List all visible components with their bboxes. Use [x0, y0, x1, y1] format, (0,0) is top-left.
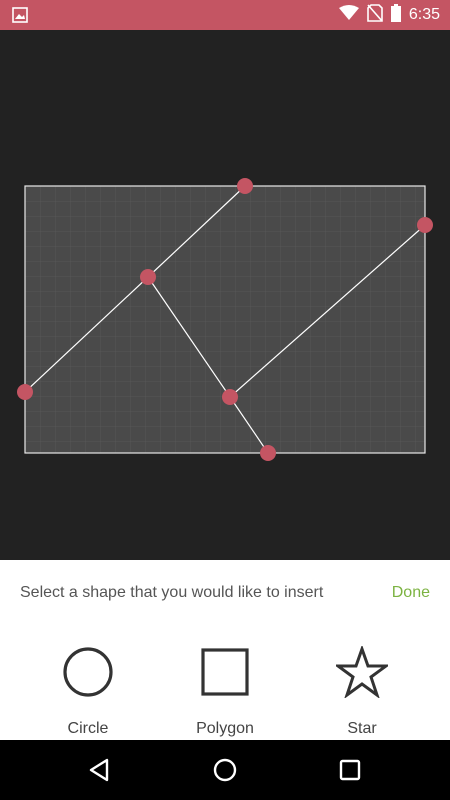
control-handle[interactable] [260, 445, 276, 461]
status-time: 6:35 [408, 6, 440, 23]
star-label: Star [347, 720, 377, 737]
circle-icon [28, 646, 148, 698]
control-handle[interactable] [237, 178, 253, 194]
polygon-label: Polygon [196, 720, 254, 737]
star-option[interactable]: Star [302, 646, 422, 737]
control-handle[interactable] [140, 269, 156, 285]
status-bar: 6:35 [0, 0, 450, 30]
star-icon [302, 646, 422, 698]
battery-icon [390, 3, 401, 27]
control-handle[interactable] [222, 389, 238, 405]
polygon-option[interactable]: Polygon [165, 646, 285, 737]
editor-canvas-area [0, 30, 450, 560]
navigation-bar [0, 740, 450, 800]
circle-label: Circle [67, 720, 109, 737]
control-handle[interactable] [417, 217, 433, 233]
shape-picker-sheet: Select a shape that you would like to in… [0, 560, 450, 740]
image-icon [12, 7, 28, 23]
done-button[interactable]: Done [392, 583, 430, 603]
recents-icon[interactable] [335, 755, 365, 785]
editor-canvas[interactable] [0, 30, 450, 560]
circle-option[interactable]: Circle [28, 646, 148, 737]
shape-picker-prompt: Select a shape that you would like to in… [20, 584, 324, 601]
square-icon [165, 646, 285, 698]
wifi-icon [338, 4, 359, 26]
status-icons: 6:35 [338, 0, 440, 30]
control-handle[interactable] [17, 384, 33, 400]
no-sim-icon [367, 3, 383, 27]
back-icon[interactable] [85, 755, 115, 785]
home-icon[interactable] [210, 755, 240, 785]
